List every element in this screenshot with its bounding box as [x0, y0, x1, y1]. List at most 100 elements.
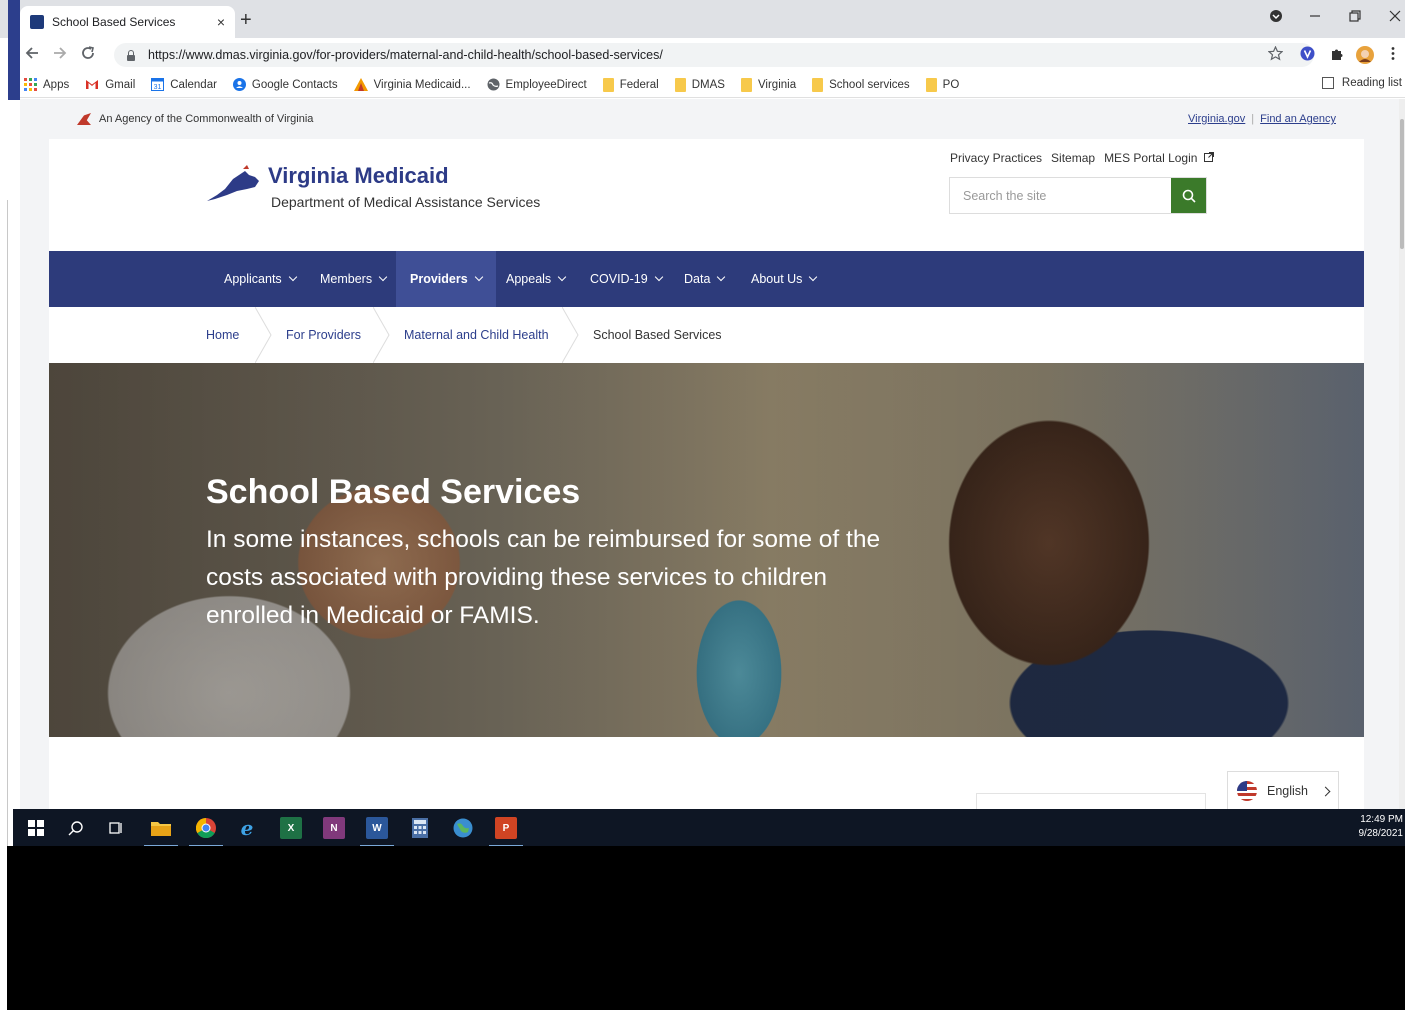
file-explorer-icon[interactable]: [144, 817, 178, 847]
restore-icon[interactable]: [1348, 9, 1362, 27]
globe-icon: [487, 78, 500, 91]
chevron-down-icon: [557, 272, 567, 282]
system-clock[interactable]: 12:49 PM 9/28/2021: [1359, 813, 1404, 841]
chevron-down-icon: [288, 272, 297, 282]
bookmark-label: Virginia Medicaid...: [373, 78, 471, 91]
chevron-down-icon: [809, 272, 818, 282]
search-button[interactable]: [1171, 178, 1206, 213]
svg-text:31: 31: [154, 84, 162, 91]
language-label: English: [1267, 784, 1308, 798]
address-bar[interactable]: https://www.dmas.virginia.gov/for-provid…: [114, 43, 1314, 67]
bookmark-folder-school-services[interactable]: School services: [812, 77, 910, 92]
chrome-icon[interactable]: [189, 817, 223, 847]
bookmark-folder-federal[interactable]: Federal: [602, 77, 659, 92]
lock-icon: [126, 49, 136, 61]
agency-text: An Agency of the Commonwealth of Virgini…: [99, 113, 314, 125]
bookmark-label: Calendar: [170, 78, 217, 91]
word-icon[interactable]: W: [360, 817, 394, 847]
agency-notice: An Agency of the Commonwealth of Virgini…: [77, 113, 313, 125]
url-text: https://www.dmas.virginia.gov/for-provid…: [148, 48, 663, 62]
bookmark-star-icon[interactable]: [1267, 45, 1284, 65]
task-view-icon[interactable]: [105, 817, 127, 839]
virginia-state-logo-icon[interactable]: [207, 165, 262, 205]
extensions-puzzle-icon[interactable]: [1329, 46, 1344, 65]
bookmark-folder-virginia[interactable]: Virginia: [740, 77, 797, 92]
nav-appeals[interactable]: Appeals: [495, 251, 576, 307]
nav-about-us[interactable]: About Us: [740, 251, 827, 307]
new-tab-button[interactable]: +: [240, 9, 252, 32]
tab-title: School Based Services: [52, 15, 176, 29]
bookmark-label: School services: [829, 78, 910, 91]
virginia-gov-link[interactable]: Virginia.gov: [1188, 113, 1245, 125]
nav-label: COVID-19: [590, 272, 648, 286]
profile-avatar[interactable]: [1356, 46, 1374, 68]
language-selector[interactable]: English: [1227, 771, 1339, 809]
bookmarks-bar: Apps Gmail 31 Calendar Google Contacts V…: [20, 72, 1405, 98]
reading-list-icon: [1321, 77, 1334, 89]
apps-grid-icon: [24, 78, 37, 91]
windows-start-icon[interactable]: [25, 817, 47, 839]
bookmark-gmail[interactable]: Gmail: [85, 79, 135, 91]
bookmark-label: Virginia: [757, 78, 797, 91]
breadcrumb-home[interactable]: Home: [206, 328, 239, 342]
bookmark-label: DMAS: [691, 78, 725, 91]
scrollbar-thumb[interactable]: [1400, 119, 1404, 249]
search-icon: [1182, 189, 1196, 203]
search-input[interactable]: [950, 178, 1172, 213]
page-scrollbar[interactable]: [1399, 99, 1405, 809]
calculator-icon[interactable]: [409, 817, 431, 839]
find-agency-link[interactable]: Find an Agency: [1260, 113, 1336, 125]
nav-label: Providers: [410, 272, 468, 286]
nav-members[interactable]: Members: [309, 251, 397, 307]
bookmark-folder-po[interactable]: PO: [925, 77, 959, 92]
bookmark-employeedirect[interactable]: EmployeeDirect: [487, 78, 587, 91]
hero-banner: School Based Services In some instances,…: [49, 363, 1364, 737]
folder-icon: [925, 77, 937, 92]
top-links: Virginia.gov | Find an Agency: [1188, 113, 1336, 125]
minimize-icon[interactable]: [1308, 9, 1322, 27]
bookmark-virginia-medicaid[interactable]: Virginia Medicaid...: [353, 78, 471, 91]
sidebar-box: [976, 793, 1206, 809]
globe-icon[interactable]: [452, 817, 474, 839]
nav-providers[interactable]: Providers: [396, 251, 496, 307]
site-logo-title[interactable]: Virginia Medicaid: [268, 163, 449, 189]
bookmark-calendar[interactable]: 31 Calendar: [151, 78, 217, 91]
profile-menu-icon[interactable]: [1269, 9, 1283, 27]
chrome-menu-icon[interactable]: [1390, 46, 1396, 65]
web-page: An Agency of the Commonwealth of Virgini…: [20, 99, 1405, 809]
breadcrumb-separator-icon: [255, 307, 272, 363]
reading-list-button[interactable]: Reading list: [1321, 77, 1402, 89]
agency-bar: An Agency of the Commonwealth of Virgini…: [49, 99, 1364, 139]
privacy-practices-link[interactable]: Privacy Practices: [950, 151, 1042, 165]
nav-data[interactable]: Data: [673, 251, 735, 307]
back-arrow-icon[interactable]: [24, 45, 40, 66]
onenote-icon[interactable]: N: [323, 817, 345, 839]
close-window-icon[interactable]: [1388, 9, 1402, 27]
reload-icon[interactable]: [80, 45, 96, 66]
tab-close-icon[interactable]: ×: [217, 14, 225, 30]
nav-label: Appeals: [506, 272, 552, 286]
sitemap-link[interactable]: Sitemap: [1051, 151, 1095, 165]
black-screen-area: [7, 846, 1405, 1010]
nav-applicants[interactable]: Applicants: [213, 251, 307, 307]
bookmark-apps[interactable]: Apps: [24, 78, 69, 91]
breadcrumb-maternal-child-health[interactable]: Maternal and Child Health: [404, 328, 549, 342]
bookmark-google-contacts[interactable]: Google Contacts: [232, 78, 338, 91]
breadcrumb-separator-icon: [562, 307, 579, 363]
forward-arrow-icon[interactable]: [52, 45, 68, 66]
excel-icon[interactable]: X: [280, 817, 302, 839]
breadcrumb-for-providers[interactable]: For Providers: [286, 328, 361, 342]
site-favicon-icon: [30, 15, 44, 29]
nav-covid-19[interactable]: COVID-19: [579, 251, 673, 307]
cardinal-icon: [77, 113, 91, 125]
powerpoint-icon[interactable]: P: [489, 817, 523, 847]
search-icon[interactable]: [65, 817, 87, 839]
chevron-down-icon: [378, 272, 388, 282]
page-title: School Based Services: [206, 473, 581, 511]
browser-tab[interactable]: School Based Services ×: [20, 6, 235, 38]
bookmark-folder-dmas[interactable]: DMAS: [674, 77, 725, 92]
mes-portal-login-link[interactable]: MES Portal Login: [1104, 151, 1214, 165]
internet-explorer-icon[interactable]: e: [236, 817, 258, 839]
browser-tab-strip: School Based Services × +: [0, 0, 1405, 100]
extension-v-icon[interactable]: [1300, 46, 1315, 65]
